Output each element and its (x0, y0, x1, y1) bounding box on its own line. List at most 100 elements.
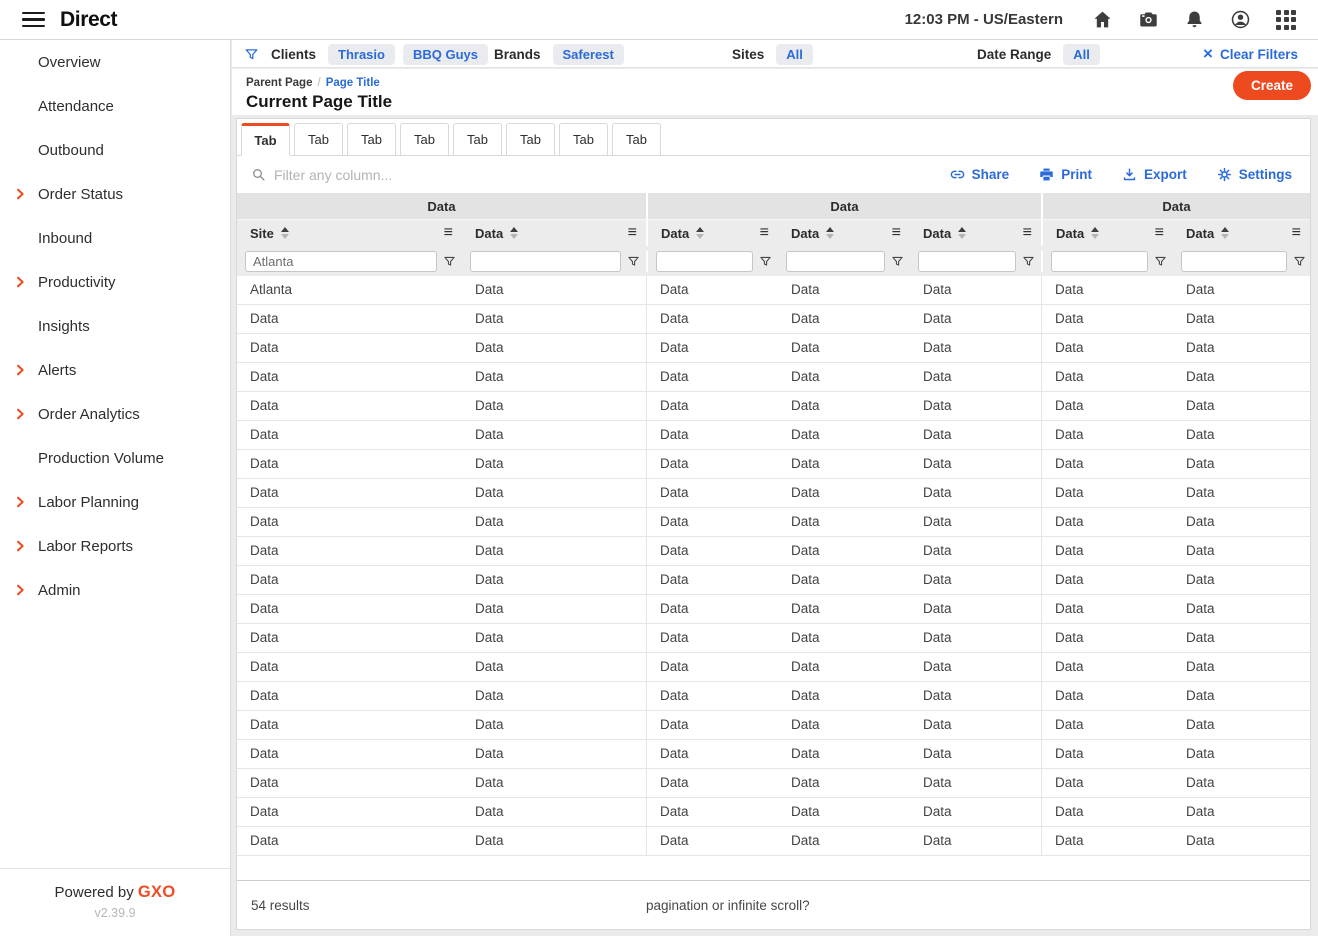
column-filter-cell (646, 251, 778, 272)
table-row[interactable]: DataDataDataDataDataDataData (237, 334, 1310, 363)
table-row[interactable]: DataDataDataDataDataDataData (237, 421, 1310, 450)
sort-icon[interactable] (281, 227, 289, 239)
table-cell: Data (1173, 740, 1310, 768)
apps-grid-icon[interactable] (1276, 10, 1296, 30)
sidebar-item-alerts[interactable]: Alerts (0, 348, 230, 392)
sort-icon[interactable] (958, 227, 966, 239)
sidebar-item-attendance[interactable]: Attendance (0, 84, 230, 128)
sort-icon[interactable] (1221, 227, 1229, 239)
sidebar-item-order-analytics[interactable]: Order Analytics (0, 392, 230, 436)
bell-icon[interactable] (1184, 9, 1205, 30)
table-row[interactable]: DataDataDataDataDataDataData (237, 798, 1310, 827)
filter-chip-all[interactable]: All (776, 44, 813, 65)
table-row[interactable]: DataDataDataDataDataDataData (237, 508, 1310, 537)
sidebar-item-production-volume[interactable]: Production Volume (0, 436, 230, 480)
table-row[interactable]: DataDataDataDataDataDataData (237, 537, 1310, 566)
column-filter-input-2[interactable] (470, 251, 621, 272)
tab-6[interactable]: Tab (506, 123, 555, 156)
sidebar-item-productivity[interactable]: Productivity (0, 260, 230, 304)
tab-2[interactable]: Tab (294, 123, 343, 156)
tab-7[interactable]: Tab (559, 123, 608, 156)
sort-icon[interactable] (1091, 227, 1099, 239)
results-count: 54 results (251, 898, 310, 913)
hamburger-menu-icon[interactable] (22, 12, 45, 28)
table-row[interactable]: DataDataDataDataDataDataData (237, 450, 1310, 479)
export-button[interactable]: Export (1122, 167, 1187, 182)
table-row[interactable]: DataDataDataDataDataDataData (237, 595, 1310, 624)
tab-4[interactable]: Tab (400, 123, 449, 156)
column-menu-icon[interactable]: ≡ (892, 225, 901, 241)
table-row[interactable]: DataDataDataDataDataDataData (237, 711, 1310, 740)
sidebar-item-inbound[interactable]: Inbound (0, 216, 230, 260)
table-row[interactable]: DataDataDataDataDataDataData (237, 392, 1310, 421)
column-header-data-3: Data≡ (646, 220, 778, 246)
table-row[interactable]: DataDataDataDataDataDataData (237, 363, 1310, 392)
column-filter-input-7[interactable] (1181, 251, 1287, 272)
tab-5[interactable]: Tab (453, 123, 502, 156)
column-filter-search[interactable] (251, 167, 454, 183)
sort-icon[interactable] (510, 227, 518, 239)
tab-8[interactable]: Tab (612, 123, 661, 156)
sidebar-item-labor-planning[interactable]: Labor Planning (0, 480, 230, 524)
filter-funnel-icon[interactable] (759, 255, 772, 268)
tab-1[interactable]: Tab (241, 123, 290, 156)
breadcrumb-parent[interactable]: Parent Page (246, 77, 312, 89)
table-row[interactable]: DataDataDataDataDataDataData (237, 566, 1310, 595)
column-filter-input-4[interactable] (786, 251, 885, 272)
sort-icon[interactable] (826, 227, 834, 239)
search-icon (251, 167, 266, 182)
sidebar-item-insights[interactable]: Insights (0, 304, 230, 348)
breadcrumb-current[interactable]: Page Title (326, 77, 380, 89)
sidebar-item-labor-reports[interactable]: Labor Reports (0, 524, 230, 568)
column-filter-input-3[interactable] (656, 251, 753, 272)
table-row[interactable]: DataDataDataDataDataDataData (237, 740, 1310, 769)
create-button[interactable]: Create (1233, 71, 1311, 100)
column-menu-icon[interactable]: ≡ (628, 225, 637, 241)
table-cell: Data (910, 682, 1041, 710)
filter-funnel-icon[interactable] (443, 255, 456, 268)
column-filter-input-5[interactable] (918, 251, 1016, 272)
user-icon[interactable] (1230, 9, 1251, 30)
filter-chip-saferest[interactable]: Saferest (553, 44, 624, 65)
filter-funnel-icon[interactable] (891, 255, 904, 268)
filter-chip-thrasio[interactable]: Thrasio (328, 44, 395, 65)
filter-funnel-icon[interactable] (1154, 255, 1167, 268)
table-row[interactable]: DataDataDataDataDataDataData (237, 305, 1310, 334)
column-filter-cell (1041, 251, 1173, 272)
sort-icon[interactable] (696, 227, 704, 239)
filter-funnel-icon[interactable] (1293, 255, 1306, 268)
table-row[interactable]: DataDataDataDataDataDataData (237, 624, 1310, 653)
filter-chip-all[interactable]: All (1063, 44, 1100, 65)
column-filter-input-6[interactable] (1051, 251, 1148, 272)
home-icon[interactable] (1092, 9, 1113, 30)
column-menu-icon[interactable]: ≡ (1155, 225, 1164, 241)
print-button[interactable]: Print (1039, 167, 1092, 182)
share-button[interactable]: Share (950, 167, 1010, 182)
table-cell: Data (237, 305, 462, 333)
column-menu-icon[interactable]: ≡ (1292, 225, 1301, 241)
table-cell: Data (646, 595, 778, 623)
sidebar-item-admin[interactable]: Admin (0, 568, 230, 612)
sidebar-item-outbound[interactable]: Outbound (0, 128, 230, 172)
filter-funnel-icon[interactable] (1022, 255, 1035, 268)
table-row[interactable]: DataDataDataDataDataDataData (237, 827, 1310, 856)
column-menu-icon[interactable]: ≡ (1023, 225, 1032, 241)
column-menu-icon[interactable]: ≡ (760, 225, 769, 241)
table-row[interactable]: DataDataDataDataDataDataData (237, 653, 1310, 682)
settings-button[interactable]: Settings (1217, 167, 1292, 182)
column-menu-icon[interactable]: ≡ (444, 225, 453, 241)
filter-funnel-icon[interactable] (627, 255, 640, 268)
table-row[interactable]: DataDataDataDataDataDataData (237, 479, 1310, 508)
table-cell: Data (778, 566, 910, 594)
sidebar-item-order-status[interactable]: Order Status (0, 172, 230, 216)
sidebar-item-overview[interactable]: Overview (0, 40, 230, 84)
column-filter-input-1[interactable] (245, 251, 437, 272)
table-row[interactable]: DataDataDataDataDataDataData (237, 682, 1310, 711)
camera-icon[interactable] (1138, 9, 1159, 30)
tab-3[interactable]: Tab (347, 123, 396, 156)
search-input[interactable] (274, 167, 454, 183)
table-row[interactable]: AtlantaDataDataDataDataDataData (237, 276, 1310, 305)
filter-chip-bbq-guys[interactable]: BBQ Guys (403, 44, 488, 65)
table-row[interactable]: DataDataDataDataDataDataData (237, 769, 1310, 798)
clear-filters-button[interactable]: × Clear Filters (1203, 40, 1298, 68)
